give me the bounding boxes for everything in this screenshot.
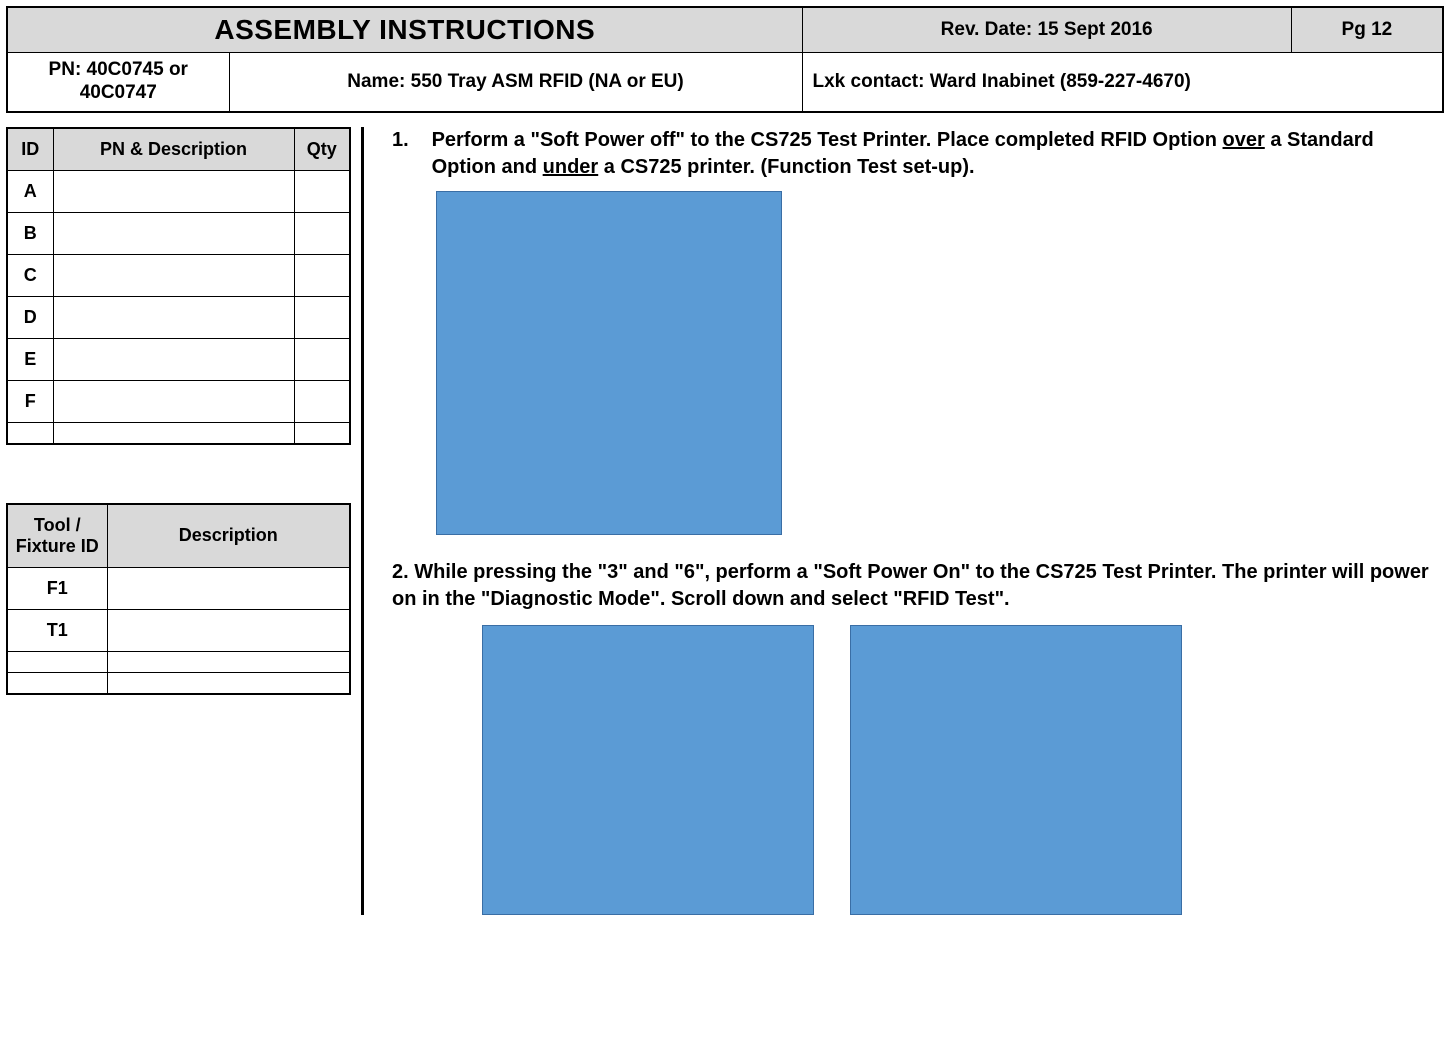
part-desc [53, 380, 294, 422]
part-desc [53, 296, 294, 338]
tools-header-id: Tool / Fixture ID [7, 504, 107, 568]
doc-title: ASSEMBLY INSTRUCTIONS [7, 7, 802, 53]
assembly-name: Name: 550 Tray ASM RFID (NA or EU) [229, 53, 802, 112]
part-id: B [7, 212, 53, 254]
part-id: D [7, 296, 53, 338]
part-number: PN: 40C0745 or 40C0747 [7, 53, 229, 112]
part-id [7, 422, 53, 444]
tool-desc [107, 609, 350, 651]
part-qty [294, 170, 350, 212]
part-id: C [7, 254, 53, 296]
table-row [7, 651, 350, 672]
part-desc [53, 254, 294, 296]
part-id: F [7, 380, 53, 422]
parts-header-qty: Qty [294, 128, 350, 171]
table-row: A [7, 170, 350, 212]
part-desc [53, 212, 294, 254]
main-content: ID PN & Description Qty A B C D E F Tool… [6, 127, 1444, 915]
underline-over: over [1223, 129, 1265, 151]
table-row: C [7, 254, 350, 296]
table-row: F1 [7, 567, 350, 609]
right-column: 1. Perform a "Soft Power off" to the CS7… [364, 127, 1444, 915]
step-text: Perform a "Soft Power off" to the CS725 … [432, 127, 1444, 181]
parts-header-id: ID [7, 128, 53, 171]
page-number: Pg 12 [1291, 7, 1443, 53]
part-id: A [7, 170, 53, 212]
part-qty [294, 380, 350, 422]
tools-header-desc: Description [107, 504, 350, 568]
table-row: F [7, 380, 350, 422]
tools-table: Tool / Fixture ID Description F1 T1 [6, 503, 351, 695]
table-row [7, 422, 350, 444]
part-qty [294, 296, 350, 338]
image-placeholder [850, 625, 1182, 915]
part-desc [53, 170, 294, 212]
part-id: E [7, 338, 53, 380]
table-row: B [7, 212, 350, 254]
tool-id [7, 651, 107, 672]
part-desc [53, 422, 294, 444]
part-qty [294, 422, 350, 444]
image-row [482, 625, 1444, 915]
step-2: 2. While pressing the "3" and "6", perfo… [392, 559, 1444, 613]
tool-id: F1 [7, 567, 107, 609]
image-placeholder [436, 191, 782, 535]
table-row: E [7, 338, 350, 380]
part-qty [294, 338, 350, 380]
step-text: 2. While pressing the "3" and "6", perfo… [392, 559, 1444, 613]
tool-desc [107, 672, 350, 694]
image-placeholder [482, 625, 814, 915]
part-qty [294, 254, 350, 296]
left-column: ID PN & Description Qty A B C D E F Tool… [6, 127, 361, 915]
parts-table: ID PN & Description Qty A B C D E F [6, 127, 351, 445]
tool-id [7, 672, 107, 694]
tool-desc [107, 567, 350, 609]
tool-desc [107, 651, 350, 672]
header-table: ASSEMBLY INSTRUCTIONS Rev. Date: 15 Sept… [6, 6, 1444, 113]
part-qty [294, 212, 350, 254]
rev-date: Rev. Date: 15 Sept 2016 [802, 7, 1291, 53]
contact-info: Lxk contact: Ward Inabinet (859-227-4670… [802, 53, 1443, 112]
step-number: 1. [392, 127, 426, 154]
part-desc [53, 338, 294, 380]
underline-under: under [543, 156, 599, 178]
parts-header-desc: PN & Description [53, 128, 294, 171]
table-row: T1 [7, 609, 350, 651]
table-row [7, 672, 350, 694]
step-1: 1. Perform a "Soft Power off" to the CS7… [392, 127, 1444, 181]
table-row: D [7, 296, 350, 338]
tool-id: T1 [7, 609, 107, 651]
